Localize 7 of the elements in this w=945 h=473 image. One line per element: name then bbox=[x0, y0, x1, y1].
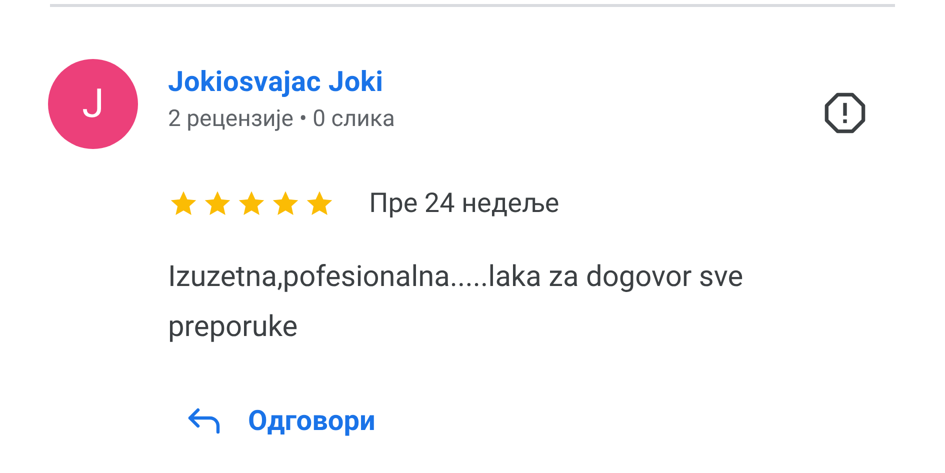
review-date: Пре 24 недеље bbox=[369, 186, 560, 221]
reply-button[interactable]: Одговори bbox=[186, 400, 376, 442]
report-icon[interactable] bbox=[823, 91, 867, 135]
reviewer-stats: 2 рецензије • 0 слика bbox=[168, 104, 396, 134]
reviewer-name[interactable]: Jokiosvajac Joki bbox=[168, 65, 728, 99]
avatar: J bbox=[48, 59, 138, 149]
review-text: Izuzetna,pofesionalna.....laka za dogovor sve preporuke bbox=[168, 258, 744, 346]
